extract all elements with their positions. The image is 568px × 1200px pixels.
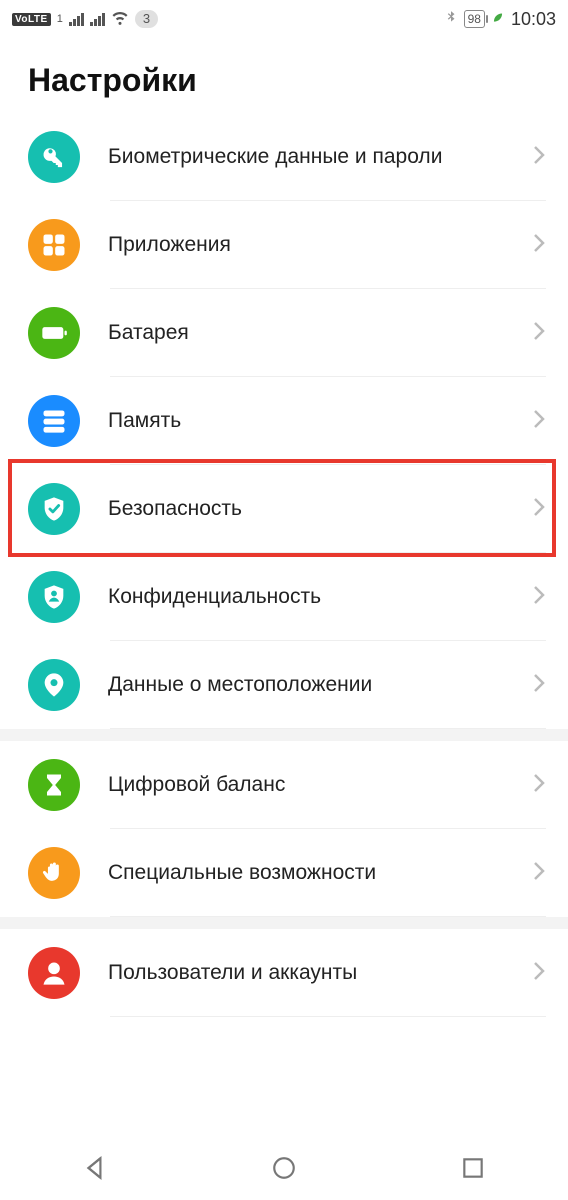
volte-badge: VoLTE: [12, 13, 51, 26]
chevron-right-icon: [532, 672, 546, 699]
settings-item-hourglass[interactable]: Цифровой баланс: [0, 741, 568, 829]
key-icon: [28, 131, 80, 183]
shield-icon: [28, 483, 80, 535]
status-bar: VoLTE 1 3 98 10:03: [0, 0, 568, 38]
nav-recent-button[interactable]: [460, 1155, 486, 1186]
page-title: Настройки: [0, 38, 568, 113]
item-label: Приложения: [108, 232, 532, 258]
apps-icon: [28, 219, 80, 271]
leaf-icon: [491, 10, 505, 28]
item-label: Биометрические данные и пароли: [108, 144, 532, 170]
chevron-right-icon: [532, 772, 546, 799]
battery-icon: [28, 307, 80, 359]
chevron-right-icon: [532, 584, 546, 611]
settings-item-apps[interactable]: Приложения: [0, 201, 568, 289]
chevron-right-icon: [532, 496, 546, 523]
item-label: Цифровой баланс: [108, 772, 532, 798]
settings-item-key[interactable]: Биометрические данные и пароли: [0, 113, 568, 201]
settings-item-battery[interactable]: Батарея: [0, 289, 568, 377]
settings-item-storage[interactable]: Память: [0, 377, 568, 465]
settings-list[interactable]: Биометрические данные и пароли Приложени…: [0, 113, 568, 1140]
storage-icon: [28, 395, 80, 447]
item-label: Специальные возможности: [108, 860, 532, 886]
settings-item-privacy[interactable]: Конфиденциальность: [0, 553, 568, 641]
chevron-right-icon: [532, 860, 546, 887]
privacy-icon: [28, 571, 80, 623]
chevron-right-icon: [532, 144, 546, 171]
wifi-icon: [111, 8, 129, 31]
chevron-right-icon: [532, 232, 546, 259]
settings-item-user[interactable]: Пользователи и аккаунты: [0, 929, 568, 1017]
chevron-right-icon: [532, 960, 546, 987]
nav-bar: [0, 1140, 568, 1200]
item-label: Конфиденциальность: [108, 584, 532, 610]
chevron-right-icon: [532, 320, 546, 347]
hand-icon: [28, 847, 80, 899]
settings-screen: VoLTE 1 3 98 10:03 Настройки Биометричес…: [0, 0, 568, 1200]
signal-icon-2: [90, 12, 105, 26]
item-label: Батарея: [108, 320, 532, 346]
bluetooth-icon: [444, 10, 458, 28]
settings-item-location[interactable]: Данные о местоположении: [0, 641, 568, 729]
hourglass-icon: [28, 759, 80, 811]
user-icon: [28, 947, 80, 999]
status-right: 98 10:03: [444, 9, 556, 30]
settings-item-shield[interactable]: Безопасность: [0, 465, 568, 553]
signal-icon: [69, 12, 84, 26]
group-separator: [0, 729, 568, 741]
battery-indicator: 98: [464, 10, 485, 28]
notification-count: 3: [135, 10, 158, 28]
item-label: Пользователи и аккаунты: [108, 960, 532, 986]
item-label: Данные о местоположении: [108, 672, 532, 698]
chevron-right-icon: [532, 408, 546, 435]
status-left: VoLTE 1 3: [12, 8, 158, 31]
nav-home-button[interactable]: [271, 1155, 297, 1186]
location-icon: [28, 659, 80, 711]
item-label: Память: [108, 408, 532, 434]
group-separator: [0, 917, 568, 929]
clock: 10:03: [511, 9, 556, 30]
nav-back-button[interactable]: [82, 1155, 108, 1186]
item-label: Безопасность: [108, 496, 532, 522]
settings-item-hand[interactable]: Специальные возможности: [0, 829, 568, 917]
sim-indicator: 1: [57, 13, 63, 25]
